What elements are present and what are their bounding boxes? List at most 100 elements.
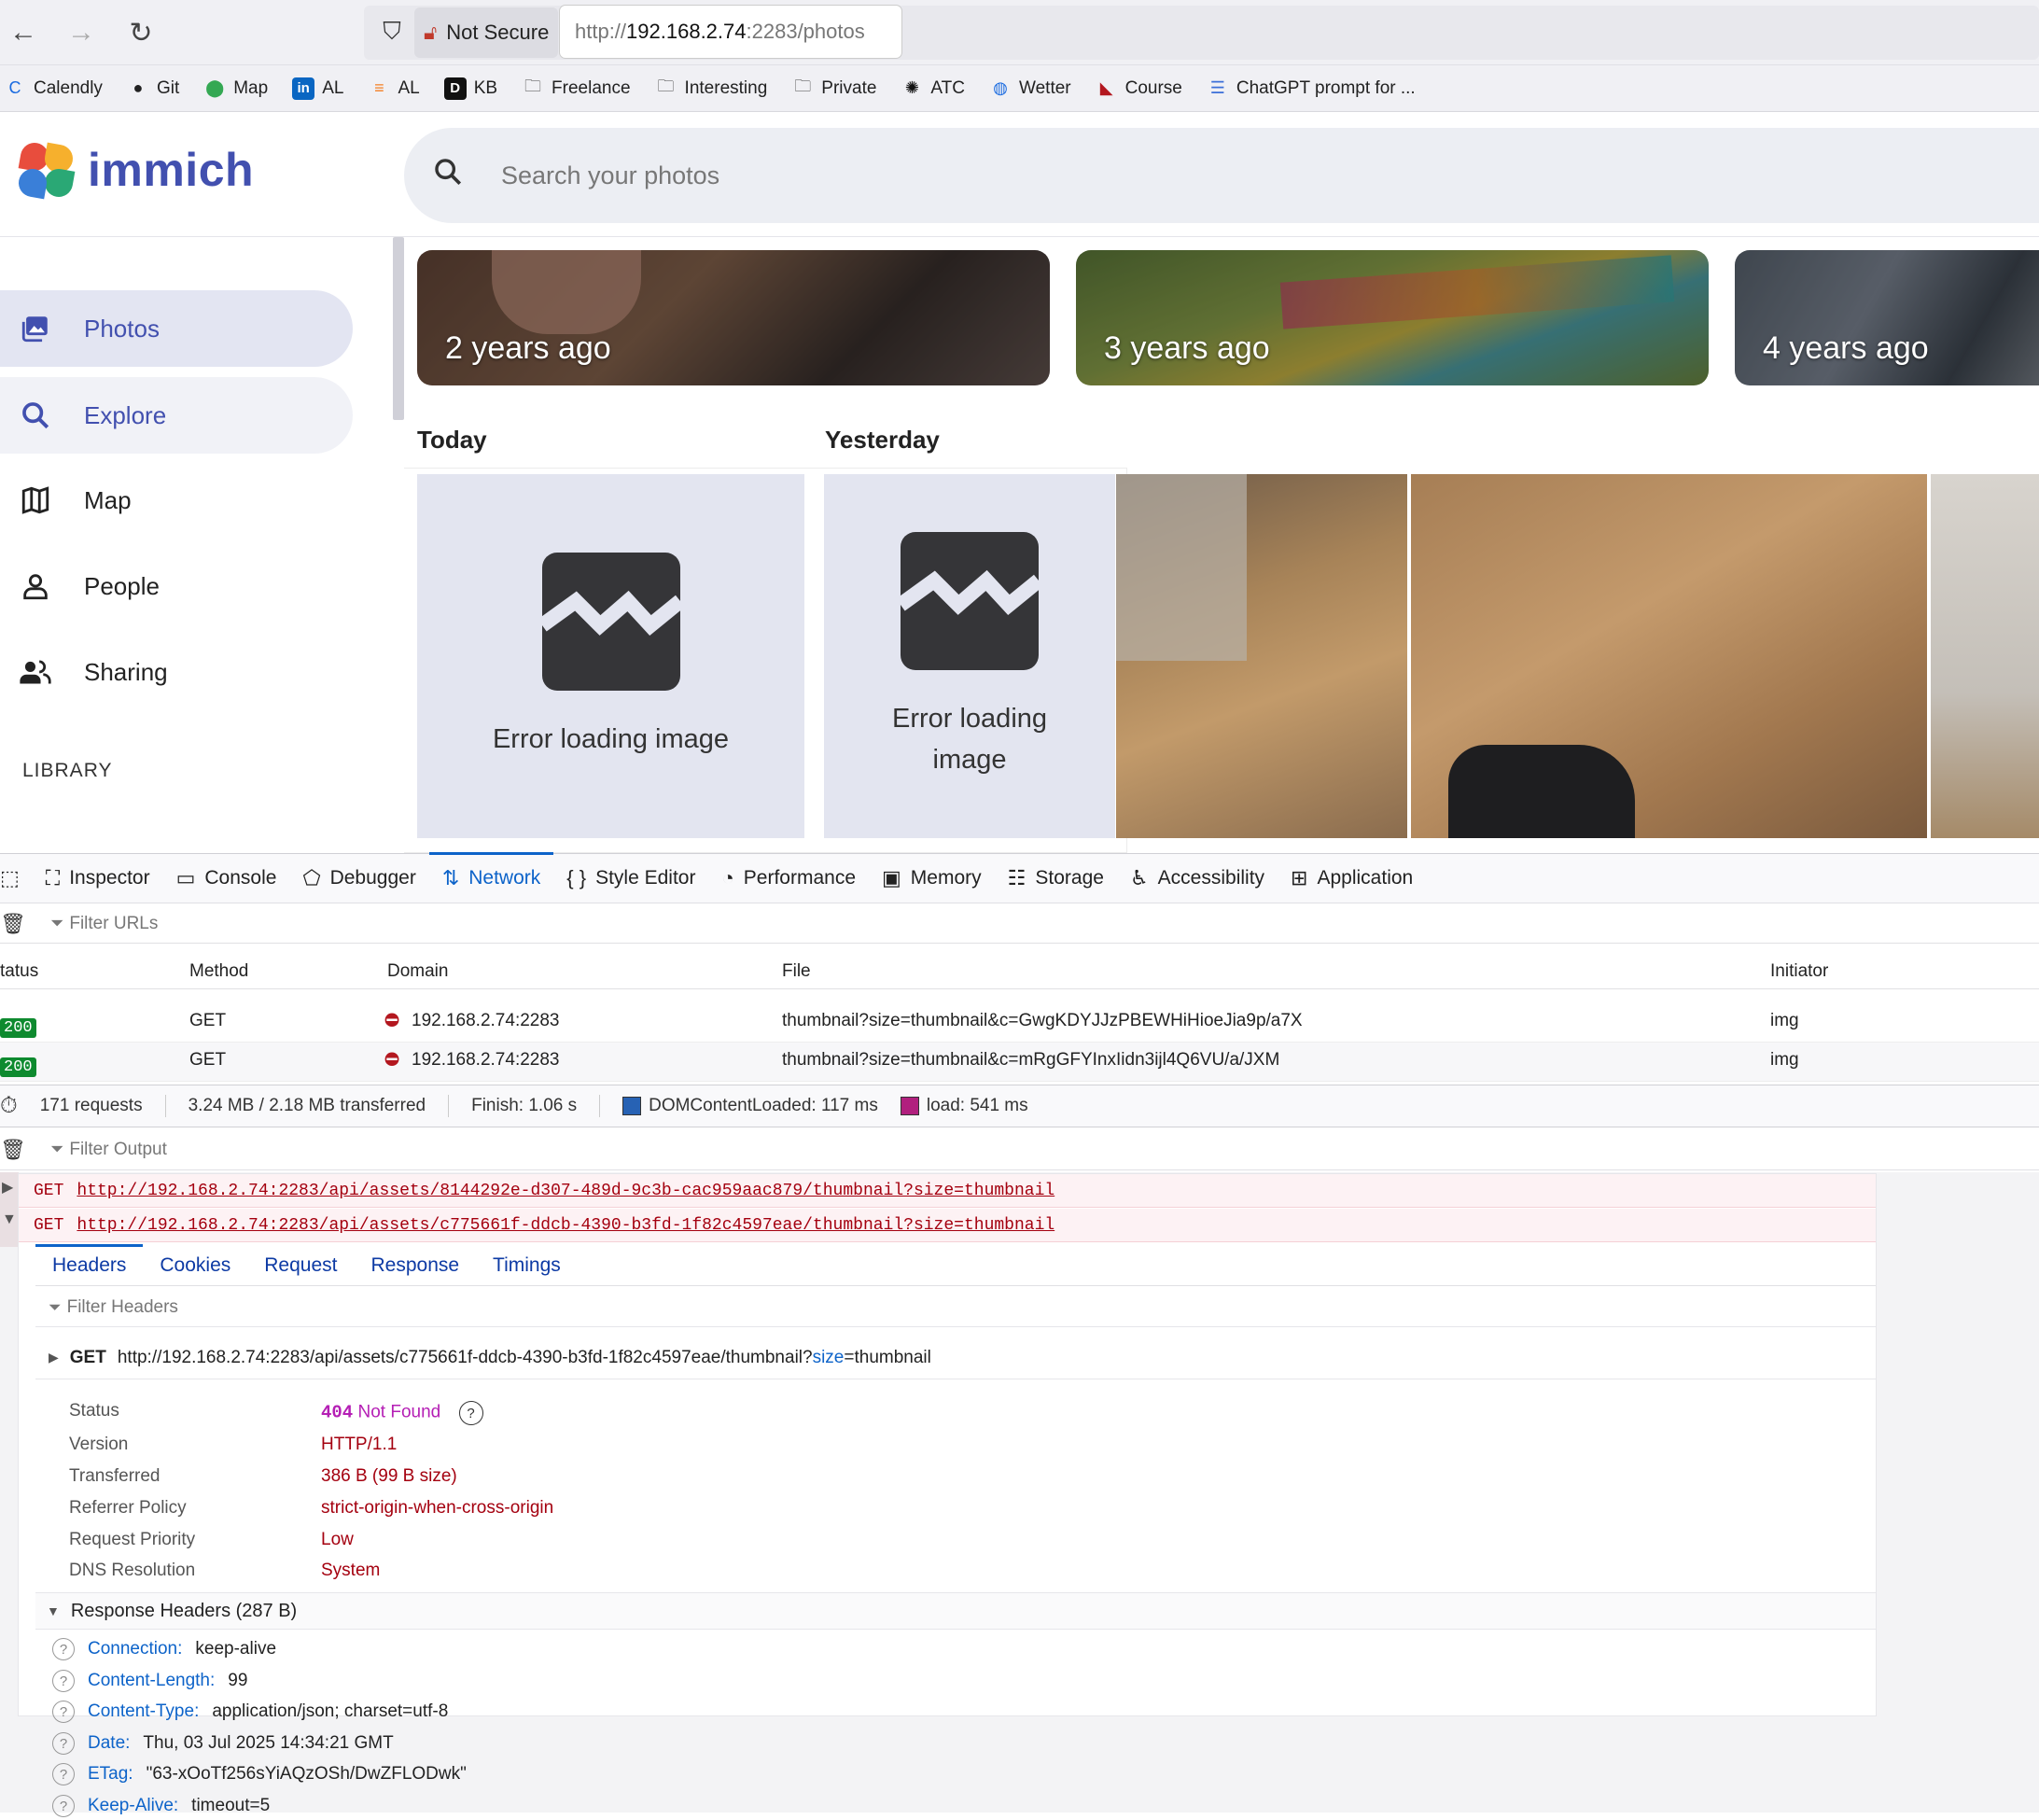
reload-icon[interactable]: ↻ (121, 13, 161, 52)
debugger-icon: ⬠ (302, 866, 321, 889)
table-row[interactable]: 200 GET ⛔︎ 192.168.2.74:2283 thumbnail?s… (0, 1043, 2039, 1082)
sidebar-scrollbar[interactable] (393, 237, 404, 420)
console-request-line[interactable]: GET http://192.168.2.74:2283/api/assets/… (19, 1209, 1876, 1242)
url-input[interactable]: http://192.168.2.74:2283/photos (560, 6, 901, 58)
tab-inspector[interactable]: ⛶ Inspector (33, 853, 163, 903)
column-initiator[interactable]: Initiator (1770, 961, 1828, 982)
error-tile[interactable]: Error loading image (417, 474, 804, 838)
bookmark-item[interactable]: C Calendly (4, 77, 103, 100)
tab-request[interactable]: Request (247, 1245, 354, 1286)
tracking-shield-icon[interactable]: ⛉ (373, 13, 411, 50)
tab-response[interactable]: Response (354, 1245, 476, 1286)
tab-debugger[interactable]: ⬠ Debugger (289, 853, 428, 903)
bookmark-item[interactable]: in AL (292, 77, 343, 100)
folder-icon: 🗀︎ (657, 76, 675, 95)
initiator-cell: img (1770, 1050, 1799, 1070)
header-value: application/json; charset=utf-8 (212, 1701, 449, 1721)
help-icon[interactable]: ? (52, 1701, 75, 1723)
sidebar-item-people[interactable]: People (0, 548, 353, 624)
tab-application[interactable]: ⊞ Application (1278, 853, 1426, 903)
column-file[interactable]: File (782, 961, 811, 982)
tab-console[interactable]: ▭ Console (163, 853, 290, 903)
sidebar-item-photos[interactable]: Photos (0, 290, 353, 367)
forward-arrow-icon[interactable]: → (62, 13, 101, 52)
bookmark-item[interactable]: ✺ ATC (901, 77, 965, 100)
search-bar[interactable]: Search your photos (404, 128, 2039, 223)
filter-headers-row[interactable]: ⏷ Filter Headers (35, 1288, 1876, 1327)
back-arrow-icon[interactable]: ← (4, 13, 43, 52)
memory-card-4-years[interactable]: 4 years ago (1735, 250, 2039, 385)
sidebar-item-map[interactable]: Map (0, 462, 353, 539)
error-message: Error loading image (492, 724, 730, 754)
bookmark-item[interactable]: ≡ AL (368, 77, 420, 100)
response-header-row: ? Date: Thu, 03 Jul 2025 14:34:21 GMT (52, 1729, 394, 1757)
help-icon[interactable]: ? (52, 1795, 75, 1817)
photo-detail (1116, 474, 1247, 661)
response-headers-toggle[interactable]: ▼ Response Headers (287 B) (35, 1592, 1876, 1630)
search-icon (19, 399, 52, 432)
column-method[interactable]: Method (189, 961, 248, 982)
immich-logo[interactable]: immich (16, 140, 254, 200)
photo-thumbnail[interactable] (1411, 474, 1927, 838)
bookmark-item[interactable]: ☰ ChatGPT prompt for ... (1207, 77, 1416, 100)
memory-card-3-years[interactable]: 3 years ago (1076, 250, 1709, 385)
help-icon[interactable]: ? (52, 1638, 75, 1660)
bookmark-item[interactable]: 🗀︎ Freelance (522, 77, 631, 100)
response-header-row: ? Content-Type: application/json; charset=… (52, 1698, 448, 1726)
bookmark-item[interactable]: D KB (443, 77, 497, 100)
request-link[interactable]: http://192.168.2.74:2283/api/assets/8144… (77, 1182, 1054, 1200)
bookmark-item[interactable]: ⬤ Map (203, 77, 268, 100)
sidebar-item-sharing[interactable]: Sharing (0, 634, 353, 710)
sidebar-item-explore[interactable]: Explore (0, 377, 353, 454)
filter-urls-input[interactable]: Filter URLs (69, 914, 158, 934)
trash-icon[interactable]: 🗑︎ (0, 912, 26, 936)
collapse-arrow-icon[interactable]: ▼ (2, 1211, 17, 1228)
tab-style-editor[interactable]: { } Style Editor (553, 853, 708, 903)
error-tile[interactable]: Error loading image (824, 474, 1115, 838)
help-icon[interactable]: ? (52, 1670, 75, 1692)
stackoverflow-icon: ≡ (374, 78, 384, 97)
tab-performance[interactable]: ◔ Performance (708, 853, 869, 903)
tab-storage[interactable]: ☷ Storage (995, 853, 1117, 903)
filter-output-input[interactable]: Filter Output (69, 1140, 167, 1160)
tab-cookies[interactable]: Cookies (143, 1245, 247, 1286)
tab-network[interactable]: ⇅ Network (428, 852, 554, 903)
bookmark-item[interactable]: 🗀︎ Interesting (655, 77, 768, 100)
tab-memory[interactable]: ▣ Memory (869, 853, 995, 903)
column-domain[interactable]: Domain (387, 961, 448, 982)
gauge-icon: ◔ (721, 866, 734, 889)
not-secure-badge[interactable]: 🔓︎ Not Secure (414, 7, 559, 58)
request-detail-tabs: Headers Cookies Request Response Timings (35, 1243, 1876, 1286)
bookmark-item[interactable]: 🗀︎ Private (791, 77, 876, 100)
column-status[interactable]: tatus (0, 961, 38, 982)
photo-detail (1448, 745, 1635, 838)
dom-loaded-marker-icon (622, 1096, 642, 1115)
photo-thumbnail[interactable] (1116, 474, 1407, 838)
status-badge: 200 (0, 1057, 36, 1077)
help-icon[interactable]: ? (52, 1732, 75, 1755)
tab-accessibility[interactable]: ♿︎ Accessibility (1117, 853, 1278, 903)
response-headers-title: Response Headers (287 B) (70, 1600, 298, 1621)
help-icon[interactable]: ? (52, 1763, 75, 1785)
request-link[interactable]: http://192.168.2.74:2283/api/assets/c775… (77, 1216, 1054, 1235)
photo-thumbnail[interactable] (1931, 474, 2039, 838)
help-icon[interactable]: ? (458, 1401, 483, 1425)
console-request-line[interactable]: GET http://192.168.2.74:2283/api/assets/… (19, 1174, 1876, 1208)
element-picker-icon[interactable]: ⬚ (0, 853, 33, 903)
tab-headers[interactable]: Headers (35, 1243, 144, 1286)
doc-icon: ☰ (1209, 78, 1225, 97)
bookmark-item[interactable]: ◍ Wetter (989, 77, 1070, 100)
bookmark-item[interactable]: ◣ Course (1096, 77, 1182, 100)
tab-timings[interactable]: Timings (476, 1245, 578, 1286)
filter-headers-input[interactable]: Filter Headers (67, 1297, 178, 1318)
bookmark-item[interactable]: ● Git (127, 77, 180, 100)
date-group-today: Today (417, 426, 487, 454)
memory-card-2-years[interactable]: 2 years ago (417, 250, 1050, 385)
load-marker-icon (900, 1096, 919, 1115)
request-url-row[interactable]: ▶ GET http://192.168.2.74:2283/api/asset… (35, 1337, 1876, 1379)
table-row[interactable]: 200 GET ⛔︎ 192.168.2.74:2283 thumbnail?s… (0, 1003, 2039, 1043)
trash-icon[interactable]: 🗑︎ (0, 1138, 26, 1162)
expand-arrow-icon[interactable]: ▶ (49, 1350, 59, 1365)
summary-transferred: 3.24 MB / 2.18 MB transferred (188, 1096, 426, 1115)
expand-arrow-icon[interactable]: ▶ (2, 1178, 13, 1197)
